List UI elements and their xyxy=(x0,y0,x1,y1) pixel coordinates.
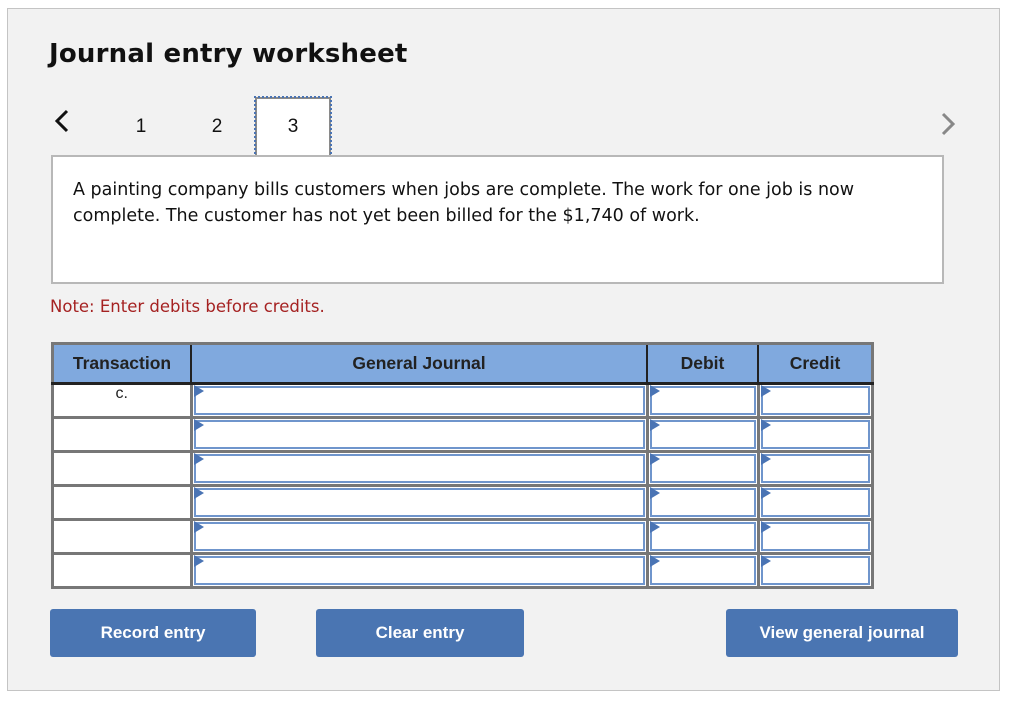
chevron-left-icon xyxy=(54,109,69,133)
transaction-cell: c. xyxy=(52,383,193,419)
dropdown-indicator-icon xyxy=(760,419,771,431)
table-header-row: Transaction General Journal Debit Credit xyxy=(52,343,873,385)
chevron-right-icon xyxy=(941,112,956,136)
credit-cell xyxy=(758,417,873,453)
clear-entry-button[interactable]: Clear entry xyxy=(316,609,524,657)
record-entry-button[interactable]: Record entry xyxy=(50,609,256,657)
column-header-general-journal: General Journal xyxy=(191,343,648,385)
credit-cell xyxy=(758,485,873,521)
debit-input[interactable] xyxy=(649,420,756,449)
debit-cell xyxy=(647,519,760,555)
debit-cell xyxy=(647,485,760,521)
account-cell xyxy=(191,383,649,419)
account-dropdown[interactable] xyxy=(193,420,645,449)
prev-button[interactable] xyxy=(52,107,72,137)
account-dropdown[interactable] xyxy=(193,386,645,415)
transaction-cell xyxy=(52,519,193,555)
credit-cell xyxy=(758,451,873,487)
debit-cell xyxy=(647,553,760,588)
dropdown-indicator-icon xyxy=(649,453,660,465)
dropdown-indicator-icon xyxy=(760,385,771,397)
table-row xyxy=(52,485,873,521)
page-title: Journal entry worksheet xyxy=(49,39,408,69)
transaction-cell xyxy=(52,553,193,588)
column-header-credit: Credit xyxy=(758,343,873,385)
dropdown-indicator-icon xyxy=(760,453,771,465)
table-row xyxy=(52,553,873,588)
dropdown-indicator-icon xyxy=(193,555,204,567)
debit-cell xyxy=(647,417,760,453)
transaction-cell xyxy=(52,417,193,453)
account-dropdown[interactable] xyxy=(193,556,645,585)
table-row xyxy=(52,519,873,555)
debit-cell xyxy=(647,383,760,419)
credit-input[interactable] xyxy=(760,420,870,449)
debit-input[interactable] xyxy=(649,488,756,517)
dropdown-indicator-icon xyxy=(760,555,771,567)
debit-input[interactable] xyxy=(649,522,756,551)
dropdown-indicator-icon xyxy=(193,385,204,397)
dropdown-indicator-icon xyxy=(649,521,660,533)
question-prompt: A painting company bills customers when … xyxy=(51,155,944,284)
account-cell xyxy=(191,451,649,487)
tab-1[interactable]: 1 xyxy=(103,97,179,157)
credit-cell xyxy=(758,383,873,419)
worksheet-panel: Journal entry worksheet 1 2 3 A painting… xyxy=(7,8,1000,691)
dropdown-indicator-icon xyxy=(193,453,204,465)
dropdown-indicator-icon xyxy=(193,419,204,431)
transaction-cell xyxy=(52,485,193,521)
dropdown-indicator-icon xyxy=(760,487,771,499)
next-button[interactable] xyxy=(938,110,958,140)
debit-cell xyxy=(647,451,760,487)
dropdown-indicator-icon xyxy=(193,487,204,499)
debit-input[interactable] xyxy=(649,556,756,585)
tab-3[interactable]: 3 xyxy=(254,96,332,158)
account-cell xyxy=(191,417,649,453)
credit-input[interactable] xyxy=(760,454,870,483)
table-row xyxy=(52,417,873,453)
transaction-cell xyxy=(52,451,193,487)
table-row xyxy=(52,451,873,487)
instruction-note: Note: Enter debits before credits. xyxy=(50,297,325,316)
dropdown-indicator-icon xyxy=(193,521,204,533)
dropdown-indicator-icon xyxy=(649,419,660,431)
journal-table: Transaction General Journal Debit Credit… xyxy=(51,342,874,589)
column-header-transaction: Transaction xyxy=(52,343,192,385)
credit-input[interactable] xyxy=(760,386,870,415)
account-cell xyxy=(191,553,649,588)
tab-2[interactable]: 2 xyxy=(179,97,255,157)
table-row: c. xyxy=(52,383,873,419)
view-general-journal-button[interactable]: View general journal xyxy=(726,609,958,657)
account-dropdown[interactable] xyxy=(193,522,645,551)
dropdown-indicator-icon xyxy=(649,487,660,499)
credit-cell xyxy=(758,519,873,555)
dropdown-indicator-icon xyxy=(649,385,660,397)
dropdown-indicator-icon xyxy=(649,555,660,567)
credit-input[interactable] xyxy=(760,556,870,585)
account-dropdown[interactable] xyxy=(193,488,645,517)
debit-input[interactable] xyxy=(649,454,756,483)
account-cell xyxy=(191,519,649,555)
credit-input[interactable] xyxy=(760,488,870,517)
account-cell xyxy=(191,485,649,521)
credit-cell xyxy=(758,554,873,588)
column-header-debit: Debit xyxy=(647,343,759,385)
dropdown-indicator-icon xyxy=(760,521,771,533)
debit-input[interactable] xyxy=(649,386,756,415)
credit-input[interactable] xyxy=(760,522,870,551)
account-dropdown[interactable] xyxy=(193,454,645,483)
